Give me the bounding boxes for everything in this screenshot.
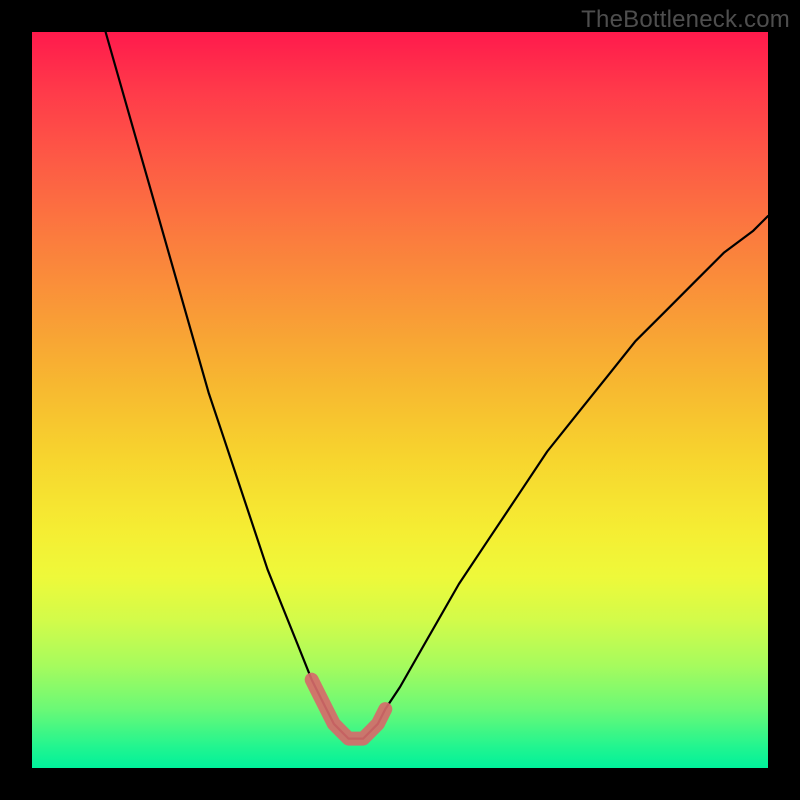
chart-plot-area (32, 32, 768, 768)
chart-frame: TheBottleneck.com (0, 0, 800, 800)
watermark-text: TheBottleneck.com (581, 6, 790, 34)
sweet-zone-path (312, 680, 386, 739)
bottleneck-curve-path (106, 32, 768, 739)
curve-svg (32, 32, 768, 768)
